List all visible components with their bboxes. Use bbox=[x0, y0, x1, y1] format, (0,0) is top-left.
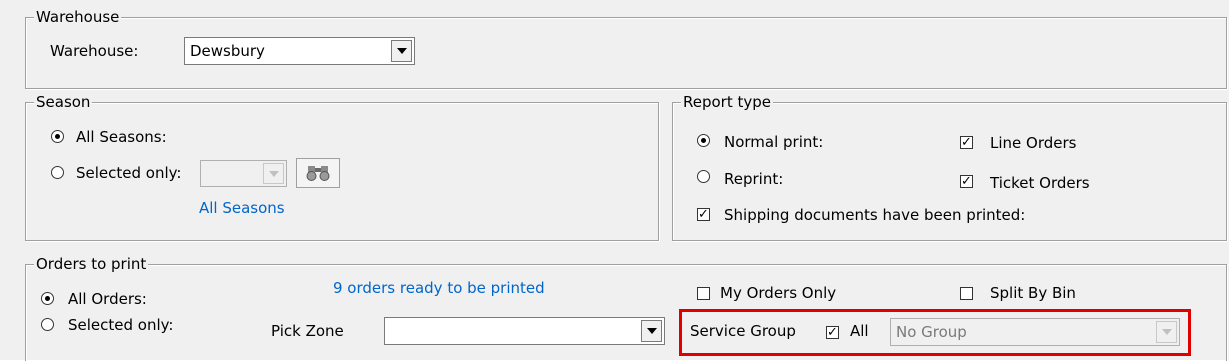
all-seasons-link[interactable]: All Seasons bbox=[199, 199, 285, 217]
split-by-bin-label: Split By Bin bbox=[990, 284, 1076, 302]
split-by-bin-checkbox[interactable] bbox=[960, 287, 973, 300]
binoculars-icon[interactable] bbox=[296, 158, 340, 188]
report-type-group-title: Report type bbox=[681, 93, 774, 111]
selected-season-radio[interactable] bbox=[51, 166, 64, 179]
dropdown-arrow-icon[interactable] bbox=[263, 163, 284, 184]
dropdown-arrow-icon[interactable] bbox=[391, 40, 412, 62]
warehouse-select-value: Dewsbury bbox=[190, 42, 265, 60]
normal-print-label: Normal print: bbox=[724, 133, 824, 151]
season-group-title: Season bbox=[34, 93, 93, 111]
print-options-dialog: Warehouse Warehouse: Dewsbury Season All… bbox=[0, 0, 1229, 361]
dropdown-arrow-icon[interactable] bbox=[1156, 321, 1177, 343]
ticket-orders-checkbox[interactable]: ✓ bbox=[960, 175, 973, 188]
all-seasons-label: All Seasons: bbox=[76, 128, 167, 146]
normal-print-radio[interactable] bbox=[697, 134, 710, 147]
ticket-orders-label: Ticket Orders bbox=[990, 174, 1090, 192]
service-group-all-label: All bbox=[850, 322, 869, 340]
selected-season-label: Selected only: bbox=[76, 164, 182, 182]
orders-to-print-group-title: Orders to print bbox=[34, 255, 149, 273]
pick-zone-label: Pick Zone bbox=[271, 322, 344, 340]
reprint-label: Reprint: bbox=[724, 170, 784, 188]
service-group-select-value: No Group bbox=[896, 323, 967, 341]
warehouse-label: Warehouse: bbox=[50, 42, 139, 60]
all-seasons-radio[interactable] bbox=[51, 130, 64, 143]
all-orders-radio[interactable] bbox=[41, 292, 54, 305]
warehouse-select[interactable]: Dewsbury bbox=[184, 37, 415, 65]
my-orders-only-checkbox[interactable] bbox=[697, 287, 710, 300]
line-orders-checkbox[interactable]: ✓ bbox=[960, 136, 973, 149]
service-group-select[interactable]: No Group bbox=[890, 318, 1180, 346]
selected-orders-label: Selected only: bbox=[68, 316, 174, 334]
shipping-docs-label: Shipping documents have been printed: bbox=[724, 206, 1026, 224]
orders-status-text: 9 orders ready to be printed bbox=[333, 279, 545, 297]
season-select[interactable] bbox=[200, 160, 287, 187]
pick-zone-select[interactable] bbox=[384, 317, 665, 345]
service-group-all-checkbox[interactable]: ✓ bbox=[826, 326, 839, 339]
selected-orders-radio[interactable] bbox=[41, 318, 54, 331]
service-group-label: Service Group bbox=[690, 322, 796, 340]
warehouse-group-title: Warehouse bbox=[34, 8, 122, 26]
my-orders-only-label: My Orders Only bbox=[720, 284, 837, 302]
dropdown-arrow-icon[interactable] bbox=[641, 320, 662, 342]
shipping-docs-checkbox[interactable]: ✓ bbox=[697, 208, 710, 221]
all-orders-label: All Orders: bbox=[68, 290, 147, 308]
reprint-radio[interactable] bbox=[697, 170, 710, 183]
line-orders-label: Line Orders bbox=[990, 134, 1077, 152]
